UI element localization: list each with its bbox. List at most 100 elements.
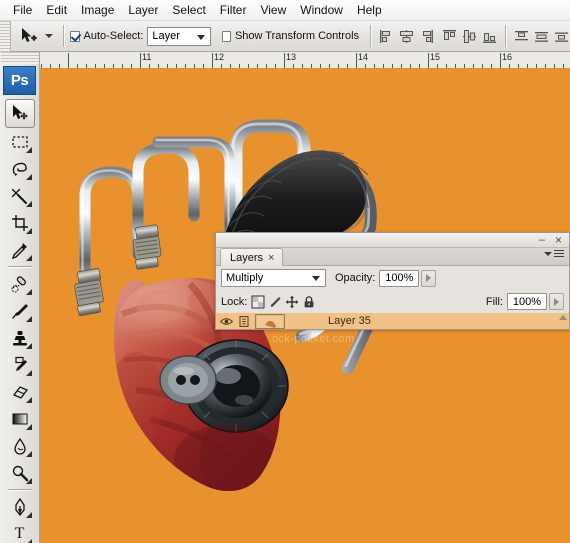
tool-gradient[interactable] [6, 405, 34, 432]
menu-item-image[interactable]: Image [74, 1, 121, 19]
align-top-edges-icon[interactable] [441, 28, 458, 45]
tools-panel: Ps T [0, 52, 40, 543]
align-left-edges-icon[interactable] [378, 28, 395, 45]
tools-panel-grip[interactable] [0, 52, 39, 64]
menu-item-edit[interactable]: Edit [39, 1, 74, 19]
tool-magic-wand[interactable] [6, 182, 34, 209]
distribute-vertical-centers-icon[interactable] [533, 28, 550, 45]
flyout-triangle-icon [25, 174, 32, 180]
tab-layers[interactable]: Layers × [220, 248, 284, 266]
flyout-triangle-icon [25, 343, 32, 349]
menu-item-filter[interactable]: Filter [213, 1, 254, 19]
align-vertical-centers-icon[interactable] [461, 28, 478, 45]
close-icon[interactable]: × [555, 234, 562, 246]
options-bar-separator-3 [505, 25, 506, 47]
tool-clone-stamp[interactable] [6, 324, 34, 351]
tool-pen[interactable] [6, 493, 34, 520]
auto-select-chevron-down-icon [196, 34, 205, 40]
layer-visibility-toggle[interactable] [216, 313, 236, 329]
lock-position-icon[interactable] [285, 295, 299, 309]
tool-preset-picker[interactable] [18, 26, 56, 46]
flyout-triangle-icon [25, 255, 32, 261]
ruler-label: 11 [142, 52, 152, 62]
menu-item-file[interactable]: File [6, 1, 39, 19]
distribute-top-edges-icon[interactable] [513, 28, 530, 45]
tool-lasso[interactable] [6, 155, 34, 182]
ruler-major-tick [284, 53, 285, 68]
tool-horizontal-type[interactable]: T [6, 520, 34, 543]
eye-icon [219, 318, 233, 325]
distribute-bottom-edges-icon[interactable] [553, 28, 570, 45]
tool-history-brush[interactable] [6, 351, 34, 378]
layers-panel-titlebar[interactable]: – × [216, 233, 569, 248]
flyout-triangle-icon [25, 201, 32, 207]
layers-list[interactable]: Layer 35 [216, 313, 569, 329]
tab-layers-label: Layers [230, 251, 264, 264]
menu-item-help[interactable]: Help [350, 1, 389, 19]
tool-blur[interactable] [6, 432, 34, 459]
tool-eraser[interactable] [6, 378, 34, 405]
lock-image-pixels-icon[interactable] [268, 295, 282, 309]
lock-transparent-pixels-icon[interactable] [251, 295, 265, 309]
show-transform-controls-checkbox[interactable] [221, 30, 231, 42]
lock-label: Lock: [221, 295, 248, 308]
layer-thumbnail-image [257, 315, 283, 328]
align-vertical-group [441, 28, 498, 45]
auto-select-scope-dropdown[interactable]: Layer [147, 26, 211, 46]
ruler-label: 16 [502, 52, 513, 62]
ruler-major-tick [356, 53, 357, 68]
menu-item-window[interactable]: Window [293, 1, 350, 19]
tool-rectangular-marquee[interactable] [6, 128, 34, 155]
tool-move[interactable] [4, 99, 35, 128]
table-row[interactable]: Layer 35 [216, 313, 569, 329]
panel-menu-lines-icon [554, 250, 564, 257]
options-bar-separator-2 [370, 25, 371, 47]
tool-brush[interactable] [6, 297, 34, 324]
layer-thumbnail[interactable] [255, 314, 285, 329]
opacity-label: Opacity: [335, 272, 376, 284]
scroll-up-arrow-icon[interactable] [559, 315, 567, 320]
tab-close-icon[interactable]: × [268, 252, 274, 264]
tool-healing-brush[interactable] [6, 270, 34, 297]
distribute-buttons-group [513, 28, 570, 45]
panel-menu-icon[interactable] [544, 250, 564, 257]
ruler-major-tick [428, 53, 429, 68]
blend-mode-value: Multiply [226, 272, 264, 284]
tool-crop[interactable] [6, 209, 34, 236]
ruler-label: 15 [430, 52, 441, 62]
flyout-triangle-icon [25, 316, 32, 322]
blend-mode-dropdown[interactable]: Multiply [221, 269, 326, 287]
options-bar-grip[interactable] [0, 20, 11, 52]
layer-name[interactable]: Layer 35 [328, 315, 371, 327]
auto-select-checkbox[interactable] [70, 30, 80, 42]
opacity-slider-button[interactable] [421, 269, 437, 287]
fill-slider-button[interactable] [549, 293, 564, 310]
flyout-triangle-icon [25, 478, 32, 484]
tool-dodge[interactable] [6, 459, 34, 486]
opacity-input[interactable]: 100% [379, 269, 420, 287]
menu-item-select[interactable]: Select [165, 1, 212, 19]
minimize-icon[interactable]: – [539, 234, 545, 246]
layers-lock-row: Lock: Fill: 100% [216, 290, 569, 313]
flyout-triangle-icon [25, 512, 32, 518]
fill-input[interactable]: 100% [507, 293, 547, 310]
options-bar-separator-1 [62, 25, 64, 47]
flyout-triangle-icon [25, 370, 32, 376]
flyout-triangle-icon [25, 539, 32, 543]
tools-divider-1 [7, 266, 32, 267]
blend-mode-chevron-down-icon [312, 276, 320, 281]
move-tool-icon [13, 105, 28, 120]
align-bottom-edges-icon[interactable] [481, 28, 498, 45]
horizontal-ruler[interactable]: 11121314151617 [40, 52, 570, 69]
lock-all-icon[interactable] [302, 295, 316, 309]
layers-panel[interactable]: – × Layers × Multiply Opacity: 100% Lock… [215, 232, 570, 330]
layers-blend-row: Multiply Opacity: 100% [216, 266, 569, 290]
flyout-triangle-icon [25, 451, 32, 457]
menu-item-layer[interactable]: Layer [121, 1, 165, 19]
align-horizontal-centers-icon[interactable] [398, 28, 415, 45]
menu-bar: File Edit Image Layer Select Filter View… [0, 0, 570, 21]
layer-link-toggle[interactable] [236, 313, 252, 329]
align-right-edges-icon[interactable] [418, 28, 435, 45]
menu-item-view[interactable]: View [253, 1, 293, 19]
tool-eyedropper[interactable] [6, 236, 34, 263]
